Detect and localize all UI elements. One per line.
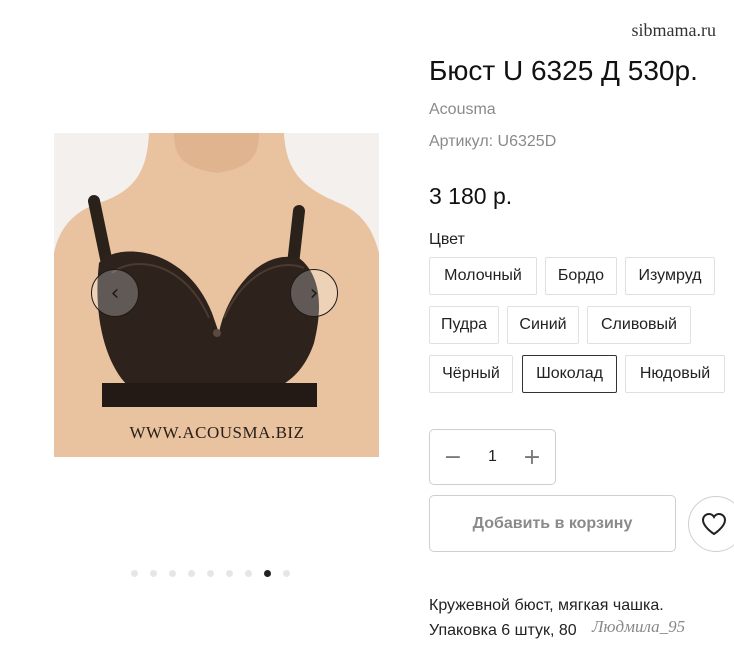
gallery-dot[interactable] [131,570,138,577]
quantity-decrease-button[interactable]: − [440,444,466,470]
quantity-stepper: − 1 + [429,429,556,485]
color-option-emerald[interactable]: Изумруд [625,257,715,295]
gallery-pagination [131,570,290,577]
color-option-blue[interactable]: Синий [507,306,579,344]
quantity-value[interactable]: 1 [488,448,497,466]
favorite-button[interactable] [688,496,734,552]
color-option-powder[interactable]: Пудра [429,306,499,344]
gallery-next-button[interactable]: › [290,269,338,317]
heart-icon [701,512,727,536]
gallery-dot-active[interactable] [264,570,271,577]
description-line-1: Кружевной бюст, мягкая чашка. [429,597,664,614]
gallery-dot[interactable] [245,570,252,577]
image-caption: WWW.ACOUSMA.BIZ [129,423,305,442]
gallery-prev-button[interactable]: ‹ [91,269,139,317]
user-watermark: Людмила_95 [592,617,686,636]
gallery-dot[interactable] [169,570,176,577]
gallery-dot[interactable] [188,570,195,577]
color-option-bordo[interactable]: Бордо [545,257,617,295]
site-watermark: sibmama.ru [631,20,716,40]
product-brand[interactable]: Acousma [429,101,496,119]
color-option-milk[interactable]: Молочный [429,257,537,295]
gallery-dot[interactable] [283,570,290,577]
gallery-dot[interactable] [207,570,214,577]
quantity-increase-button[interactable]: + [519,444,545,470]
color-option-plum[interactable]: Сливовый [587,306,691,344]
color-option-chocolate[interactable]: Шоколад [522,355,617,393]
product-price: 3 180 р. [429,183,513,209]
add-to-cart-button[interactable]: Добавить в корзину [429,495,676,552]
chevron-right-icon: › [309,280,319,306]
gallery-dot[interactable] [150,570,157,577]
product-title: Бюст U 6325 Д 530р. [429,55,698,86]
color-option-black[interactable]: Чёрный [429,355,513,393]
color-label: Цвет [429,231,465,248]
chevron-left-icon: ‹ [110,280,120,306]
gallery-dot[interactable] [226,570,233,577]
product-sku: Артикул: U6325D [429,133,557,150]
color-option-nude[interactable]: Нюдовый [625,355,725,393]
